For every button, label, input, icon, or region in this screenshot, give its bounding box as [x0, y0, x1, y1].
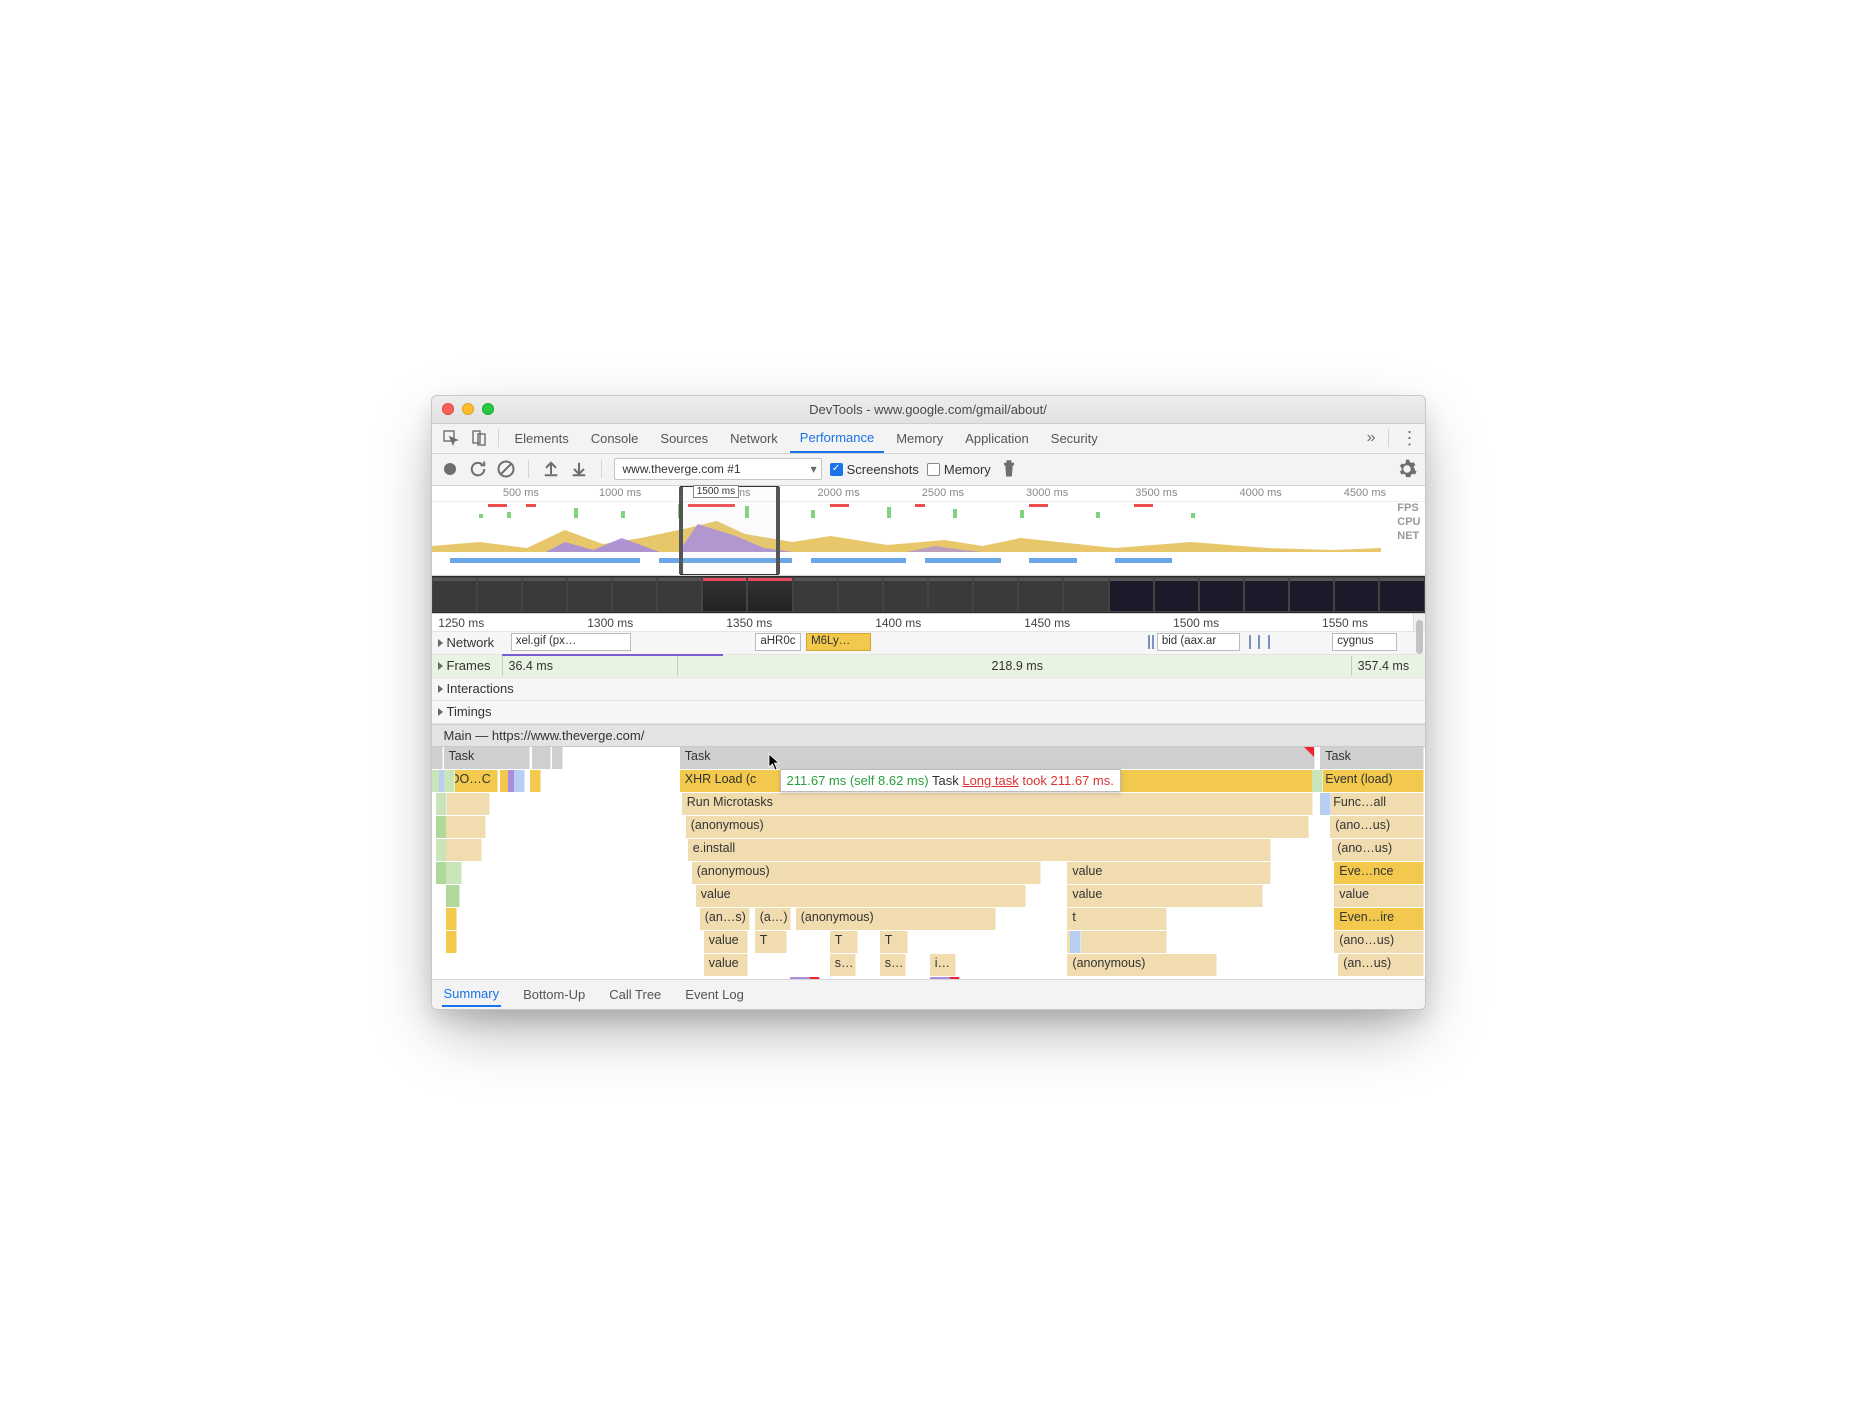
overview-cpu: [432, 518, 1381, 552]
titlebar: DevTools - www.google.com/gmail/about/: [432, 396, 1425, 424]
overview-timeline[interactable]: 500 ms 1000 ms 1500 ms 2000 ms 2500 ms 3…: [432, 486, 1425, 576]
tab-summary[interactable]: Summary: [442, 982, 502, 1007]
settings-icon[interactable]: [1397, 459, 1417, 479]
flame-ruler[interactable]: 1250 ms 1300 ms 1350 ms 1400 ms 1450 ms …: [432, 614, 1425, 632]
overview-ruler: 500 ms 1000 ms 1500 ms 2000 ms 2500 ms 3…: [432, 486, 1425, 502]
save-profile-button[interactable]: [569, 459, 589, 479]
memory-checkbox[interactable]: Memory: [927, 462, 991, 477]
cursor-icon: [768, 753, 782, 771]
timings-track[interactable]: Timings: [432, 701, 1425, 724]
network-track[interactable]: Network xel.gif (px… aHR0c M6Ly… bid (aa…: [432, 632, 1425, 655]
device-toggle-icon[interactable]: [466, 427, 492, 449]
bottom-tabs: Summary Bottom-Up Call Tree Event Log: [432, 979, 1425, 1009]
tab-elements[interactable]: Elements: [505, 423, 579, 453]
gc-button[interactable]: [999, 459, 1019, 479]
tracks: Network xel.gif (px… aHR0c M6Ly… bid (aa…: [432, 632, 1425, 747]
perf-toolbar: www.theverge.com #1 ▾ ✓ Screenshots Memo…: [432, 454, 1425, 486]
devtools-window: DevTools - www.google.com/gmail/about/ E…: [431, 395, 1426, 1010]
main-track-header[interactable]: Main — https://www.theverge.com/: [432, 724, 1425, 747]
screenshots-checkbox[interactable]: ✓ Screenshots: [830, 462, 919, 477]
tab-performance[interactable]: Performance: [790, 423, 884, 453]
screenshot-strip[interactable]: [432, 576, 1425, 614]
window-title: DevTools - www.google.com/gmail/about/: [432, 402, 1425, 417]
tab-application[interactable]: Application: [955, 423, 1039, 453]
main-tabs: Elements Console Sources Network Perform…: [432, 424, 1425, 454]
clear-button[interactable]: [496, 459, 516, 479]
interactions-track[interactable]: Interactions: [432, 678, 1425, 701]
overview-net: [432, 554, 1381, 566]
flame-tooltip: 211.67 ms (self 8.62 ms) Task Long task …: [780, 769, 1121, 792]
overview-fps: [432, 502, 1381, 518]
flame-chart[interactable]: Task DO…C Task XHR Load (c: [432, 747, 1425, 979]
more-tabs-icon[interactable]: »: [1367, 429, 1376, 447]
menu-icon[interactable]: ⋮: [1401, 428, 1419, 449]
reload-button[interactable]: [468, 459, 488, 479]
inspect-icon[interactable]: [438, 427, 464, 449]
load-profile-button[interactable]: [541, 459, 561, 479]
vertical-scrollbar[interactable]: [1413, 614, 1425, 631]
recording-select[interactable]: www.theverge.com #1 ▾: [614, 458, 822, 480]
tab-network[interactable]: Network: [720, 423, 788, 453]
record-button[interactable]: [440, 459, 460, 479]
tab-event-log[interactable]: Event Log: [683, 983, 746, 1006]
chevron-down-icon: ▾: [811, 462, 817, 476]
overview-selection[interactable]: 1500 ms: [680, 486, 779, 575]
overview-labels: FPS CPU NET: [1397, 502, 1420, 542]
tab-call-tree[interactable]: Call Tree: [607, 983, 663, 1006]
frames-track[interactable]: Frames 36.4 ms 218.9 ms 357.4 ms: [432, 655, 1425, 678]
tab-security[interactable]: Security: [1041, 423, 1108, 453]
tab-console[interactable]: Console: [581, 423, 649, 453]
tab-bottom-up[interactable]: Bottom-Up: [521, 983, 587, 1006]
tab-memory[interactable]: Memory: [886, 423, 953, 453]
tab-sources[interactable]: Sources: [650, 423, 718, 453]
